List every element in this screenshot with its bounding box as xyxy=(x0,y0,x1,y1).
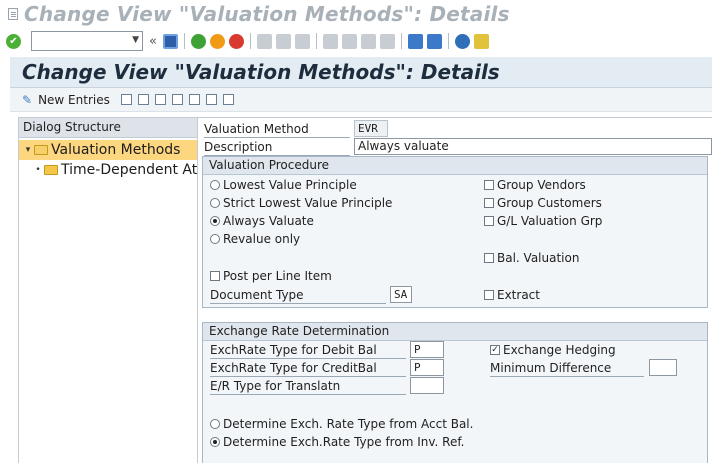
min-difference-field[interactable] xyxy=(649,359,677,376)
folder-icon xyxy=(44,165,58,175)
help-icon[interactable] xyxy=(454,33,470,49)
print-icon[interactable] xyxy=(256,33,272,49)
last-page-icon[interactable] xyxy=(379,33,395,49)
back-icon[interactable] xyxy=(190,33,206,49)
dialog-structure-header: Dialog Structure xyxy=(18,117,198,138)
checkbox-icon[interactable] xyxy=(484,253,494,263)
document-type-field[interactable]: SA xyxy=(390,286,412,303)
exit-icon[interactable] xyxy=(209,33,225,49)
find-next-icon[interactable] xyxy=(294,33,310,49)
pencil-icon[interactable]: ✎ xyxy=(22,93,32,107)
radio-selected-icon[interactable] xyxy=(210,437,220,447)
previous-page-icon[interactable] xyxy=(341,33,357,49)
radio-lowest-value[interactable]: Lowest Value Principle xyxy=(210,177,357,193)
checkbox-icon[interactable] xyxy=(484,180,494,190)
radio-exch-from-acct-bal[interactable]: Determine Exch. Rate Type from Acct Bal. xyxy=(210,416,473,432)
tree-item-time-dependent[interactable]: • Time-Dependent Att xyxy=(19,160,197,180)
check-post-per-line-item[interactable]: Post per Line Item xyxy=(210,268,332,284)
credit-bal-field[interactable]: P xyxy=(410,359,444,376)
radio-exch-from-inv-ref[interactable]: Determine Exch.Rate Type from Inv. Ref. xyxy=(210,434,465,450)
credit-bal-label: ExchRate Type for CreditBal xyxy=(210,359,406,377)
next-entry-icon[interactable] xyxy=(188,94,200,105)
debit-bal-field[interactable]: P xyxy=(410,341,444,358)
shortcut-icon[interactable] xyxy=(426,33,442,49)
checkbox-checked-icon[interactable]: ✓ xyxy=(490,345,500,355)
valuation-method-label: Valuation Method xyxy=(204,120,350,138)
details-form: Valuation Method EVR Description Always … xyxy=(198,117,712,463)
check-exchange-hedging[interactable]: ✓ Exchange Hedging xyxy=(490,342,616,358)
screen-title: Change View "Valuation Methods": Details xyxy=(22,60,500,84)
document-icon xyxy=(8,7,18,20)
min-difference-label: Minimum Difference xyxy=(490,359,644,377)
screen-title-bar: Change View "Valuation Methods": Details xyxy=(10,57,712,88)
valuation-method-field: EVR xyxy=(354,120,388,137)
first-page-icon[interactable] xyxy=(322,33,338,49)
translatn-label: E/R Type for Translatn xyxy=(210,377,406,395)
select-all-icon[interactable] xyxy=(205,94,217,105)
description-field[interactable]: Always valuate xyxy=(354,138,712,155)
standard-toolbar: ✔ ▼ « xyxy=(0,28,712,54)
deselect-all-icon[interactable] xyxy=(222,94,234,105)
save-icon[interactable] xyxy=(162,33,178,49)
debit-bal-label: ExchRate Type for Debit Bal xyxy=(210,341,406,359)
next-page-icon[interactable] xyxy=(360,33,376,49)
tree-item-valuation-methods[interactable]: ▾ Valuation Methods xyxy=(19,140,197,160)
layout-menu-icon[interactable] xyxy=(473,33,489,49)
radio-icon[interactable] xyxy=(210,180,220,190)
application-toolbar: ✎ New Entries xyxy=(10,88,712,112)
expand-triangle-icon[interactable]: ▾ xyxy=(22,145,34,155)
copy-as-icon[interactable] xyxy=(120,94,132,105)
radio-selected-icon[interactable] xyxy=(210,216,220,226)
check-extract[interactable]: Extract xyxy=(484,287,540,303)
checkbox-icon[interactable] xyxy=(484,216,494,226)
radio-strict-lowest-value[interactable]: Strict Lowest Value Principle xyxy=(210,195,392,211)
checkbox-icon[interactable] xyxy=(484,290,494,300)
check-bal-valuation[interactable]: Bal. Valuation xyxy=(484,250,579,266)
check-group-vendors[interactable]: Group Vendors xyxy=(484,177,586,193)
exchange-rate-header: Exchange Rate Determination xyxy=(203,323,707,341)
find-icon[interactable] xyxy=(275,33,291,49)
description-label: Description xyxy=(204,138,350,156)
translatn-field[interactable] xyxy=(410,377,444,394)
previous-entry-icon[interactable] xyxy=(171,94,183,105)
dialog-structure-tree: ▾ Valuation Methods • Time-Dependent Att xyxy=(18,138,198,463)
radio-always-valuate[interactable]: Always Valuate xyxy=(210,213,314,229)
enter-check-icon[interactable]: ✔ xyxy=(6,33,21,49)
create-session-icon[interactable] xyxy=(407,33,423,49)
chevron-down-icon[interactable]: ▼ xyxy=(132,35,139,45)
checkbox-icon[interactable] xyxy=(210,271,220,281)
window-title-bar: Change View "Valuation Methods": Details xyxy=(0,0,712,27)
radio-icon[interactable] xyxy=(210,234,220,244)
check-group-customers[interactable]: Group Customers xyxy=(484,195,602,211)
radio-icon[interactable] xyxy=(210,419,220,429)
open-folder-icon xyxy=(34,145,48,155)
command-field[interactable]: ▼ xyxy=(31,31,143,51)
undo-change-icon[interactable] xyxy=(154,94,166,105)
new-entries-button[interactable]: New Entries xyxy=(38,93,110,107)
cancel-icon[interactable] xyxy=(228,33,244,49)
window-title: Change View "Valuation Methods": Details xyxy=(24,1,510,26)
radio-revalue-only[interactable]: Revalue only xyxy=(210,231,300,247)
radio-icon[interactable] xyxy=(210,198,220,208)
valuation-procedure-header: Valuation Procedure xyxy=(203,157,707,175)
collapse-arrows-icon[interactable]: « xyxy=(149,34,157,49)
delete-icon[interactable] xyxy=(137,94,149,105)
tree-bullet-icon: • xyxy=(35,165,41,175)
checkbox-icon[interactable] xyxy=(484,198,494,208)
document-type-label: Document Type xyxy=(210,286,386,304)
check-gl-valuation-grp[interactable]: G/L Valuation Grp xyxy=(484,213,602,229)
